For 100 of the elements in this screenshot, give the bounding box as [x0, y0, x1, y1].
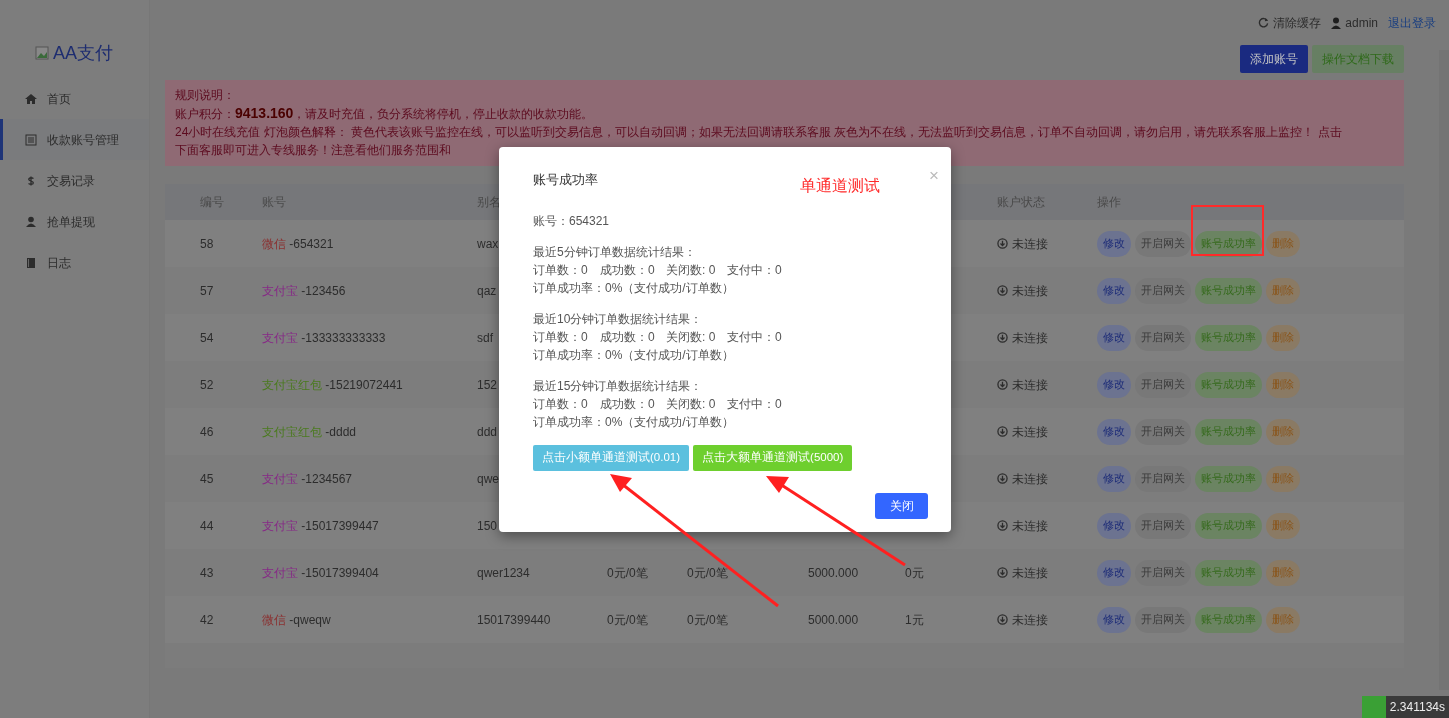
table-cell: 15017399440 [477, 612, 551, 627]
download-circle-icon [997, 285, 1008, 296]
download-circle-icon [997, 426, 1008, 437]
table-cell: 5000.000 [808, 565, 859, 580]
rate-text: 订单成功率：0%（支付成功/订单数） [533, 280, 734, 295]
account-text: 账号：654321 [533, 212, 610, 230]
table-cell: 44 [200, 518, 214, 533]
delete-button[interactable]: 删除 [1266, 418, 1300, 445]
stat-text: 订单数：0 [533, 262, 588, 277]
edit-button[interactable]: 修改 [1097, 324, 1131, 351]
refresh-icon [1258, 17, 1270, 28]
delete-button[interactable]: 删除 [1266, 371, 1300, 398]
add-account-button[interactable]: 添加账号 [1240, 45, 1308, 73]
account-text: 支付宝 -1234567 [262, 471, 353, 486]
edit-button[interactable]: 修改 [1097, 606, 1131, 633]
status-text: 未连接 [1012, 329, 1048, 347]
large-test-button[interactable]: 点击大额单通道测试(5000) [693, 444, 853, 471]
download-circle-icon [997, 520, 1008, 531]
user-icon [25, 215, 37, 228]
download-circle-icon [997, 332, 1008, 343]
table-cell: 0元/0笔 [687, 612, 728, 627]
delete-button[interactable]: 删除 [1266, 324, 1300, 351]
edit-button[interactable]: 修改 [1097, 277, 1131, 304]
stat-text: 订单数：0 [533, 329, 588, 344]
table-cell: 152 [477, 377, 498, 392]
table-cell: 0元/0笔 [687, 565, 728, 580]
account-text: 支付宝红包 -dddd [262, 424, 357, 439]
status-text: 未连接 [1012, 423, 1048, 441]
table-cell: 42 [200, 612, 214, 627]
edit-button[interactable]: 修改 [1097, 465, 1131, 492]
table-cell: 150 [477, 518, 498, 533]
sidebar-label: 首页 [47, 90, 71, 108]
alert-text: 账户积分：9413.160，请及时充值，负分系统将停机，停止收款的收款功能。 [175, 107, 594, 121]
stat-text: 支付中：0 [727, 329, 782, 344]
stat-text: 支付中：0 [727, 396, 782, 411]
stat-text: 关闭数: 0 [666, 396, 716, 411]
table-cell: qwe [477, 471, 499, 486]
timer-text: 2.341134s [1388, 699, 1446, 716]
delete-button[interactable]: 删除 [1266, 559, 1300, 586]
book-icon [25, 256, 37, 269]
edit-button[interactable]: 修改 [1097, 230, 1131, 257]
sidebar-label: 抢单提现 [47, 213, 95, 231]
logo-text: AA支付 [53, 41, 113, 65]
sidebar-item[interactable]: 交易记录 [0, 160, 149, 201]
status-text: 未连接 [1012, 376, 1048, 394]
download-circle-icon [997, 238, 1008, 249]
stats-heading: 最近10分钟订单数据统计结果： [533, 311, 703, 326]
table-cell: 1元 [905, 612, 924, 627]
doc-download-button[interactable]: 操作文档下载 [1312, 45, 1404, 73]
sidebar-label: 日志 [47, 254, 71, 272]
table-cell: 54 [200, 330, 214, 345]
delete-button[interactable]: 删除 [1266, 277, 1300, 304]
rate-text: 订单成功率：0%（支付成功/订单数） [533, 347, 734, 362]
sidebar-label: 交易记录 [47, 172, 95, 190]
table-cell: wax [477, 236, 499, 251]
table-cell: ddd [477, 424, 498, 439]
stat-text: 关闭数: 0 [666, 329, 716, 344]
account-text: 支付宝 -15017399404 [262, 565, 379, 580]
status-text: 未连接 [1012, 564, 1048, 582]
alert-text: 24小时在线充值 灯泡颜色解释： 黄色代表该账号监控在线，可以监听到交易信息，可以自动回调；如果无法回调请联系客服 灰色为不在线，无法监听到交易信息，订单不自动回调，请勿启用，请先联系客服上监控！ 点击 [175, 125, 1342, 139]
delete-button[interactable]: 删除 [1266, 465, 1300, 492]
stats-heading: 最近5分钟订单数据统计结果： [533, 244, 696, 259]
delete-button[interactable]: 删除 [1266, 230, 1300, 257]
edit-button[interactable]: 修改 [1097, 559, 1131, 586]
download-circle-icon [997, 567, 1008, 578]
small-test-button[interactable]: 点击小额单通道测试(0.01) [533, 444, 690, 471]
delete-button[interactable]: 删除 [1266, 512, 1300, 539]
home-icon [25, 92, 37, 105]
username-text: admin [1345, 14, 1378, 32]
download-circle-icon [997, 379, 1008, 390]
table-cell: 57 [200, 283, 214, 298]
sidebar-item[interactable]: 首页 [0, 78, 149, 119]
edit-button[interactable]: 修改 [1097, 418, 1131, 445]
edit-button[interactable]: 修改 [1097, 371, 1131, 398]
table-cell: sdf [477, 330, 493, 345]
stats-heading: 最近15分钟订单数据统计结果： [533, 378, 703, 393]
table-cell: 0元/0笔 [607, 612, 648, 627]
close-button[interactable]: 关闭 [875, 492, 928, 519]
sidebar-item[interactable]: 抢单提现 [0, 201, 149, 242]
sidebar-item[interactable]: 日志 [0, 242, 149, 283]
logo-icon [1361, 696, 1386, 718]
table-cell: 0元/0笔 [607, 565, 648, 580]
account-text: 微信 -qweqw [262, 612, 331, 627]
account-text: 支付宝 -133333333333 [262, 330, 386, 345]
status-text: 未连接 [1012, 611, 1048, 629]
edit-button[interactable]: 修改 [1097, 512, 1131, 539]
stat-text: 成功数：0 [600, 396, 655, 411]
clear-cache-link[interactable]: 清除缓存 [1273, 13, 1322, 32]
table-cell: 5000.000 [808, 612, 859, 627]
broken-image-icon [35, 46, 49, 60]
table-cell: 46 [200, 424, 214, 439]
account-text: 支付宝红包 -15219072441 [262, 377, 403, 392]
delete-button[interactable]: 删除 [1266, 606, 1300, 633]
annotation-label: 单通道测试 [800, 176, 880, 196]
status-text: 未连接 [1012, 517, 1048, 535]
status-text: 未连接 [1012, 282, 1048, 300]
logout-link[interactable]: 退出登录 [1388, 13, 1436, 32]
alert-title: 规则说明： [175, 88, 235, 102]
account-text: 支付宝 -123456 [262, 283, 346, 298]
dialog-title: 账号成功率 [533, 171, 598, 189]
